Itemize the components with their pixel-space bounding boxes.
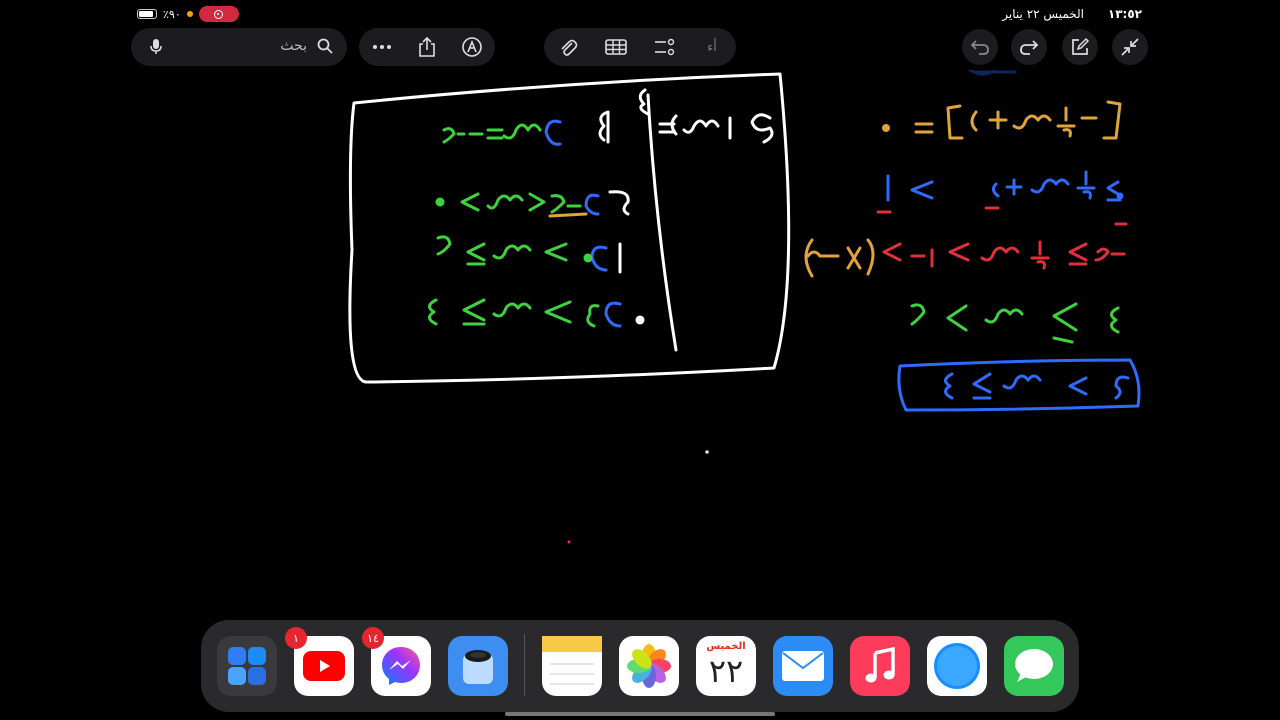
notes-app-icon[interactable] [542, 636, 602, 696]
search-icon [317, 38, 333, 58]
app-library-icon[interactable] [217, 636, 277, 696]
calendar-app-icon[interactable]: الخميس ٢٢ [696, 636, 756, 696]
more-icon[interactable] [368, 33, 396, 61]
box-header-ink [598, 88, 774, 144]
status-indicators: ٪٩٠ [137, 6, 239, 22]
collapse-button[interactable] [1112, 29, 1148, 65]
status-date: الخميس ٢٢ يناير [1002, 7, 1084, 21]
calendar-weekday: الخميس [706, 641, 746, 652]
box-line-4-ink [428, 298, 645, 328]
undo-button[interactable] [962, 29, 998, 65]
home-indicator[interactable] [505, 712, 775, 716]
dock-divider [524, 634, 525, 696]
messenger-app-icon[interactable]: ١٤ [362, 627, 431, 696]
microphone-icon[interactable] [149, 38, 163, 60]
calendar-date: ٢٢ [708, 652, 744, 690]
faded-ink [967, 70, 1017, 76]
compose-icon [1072, 37, 1090, 55]
undo-icon [970, 40, 989, 55]
drawing-canvas[interactable] [0, 70, 1280, 610]
box-line-3-ink [436, 235, 622, 274]
note-actions-group [359, 28, 495, 66]
photos-app-icon[interactable] [619, 636, 679, 696]
box-line-2-ink [435, 190, 630, 218]
right-work-ink [804, 100, 1141, 412]
battery-icon [137, 9, 157, 19]
dock: ١ ١٤ الخميس ٢٢ [201, 620, 1079, 712]
attachment-icon[interactable] [554, 33, 582, 61]
mail-app-icon[interactable] [773, 636, 833, 696]
solution-box [348, 72, 791, 384]
stray-dot-white [705, 450, 709, 454]
redo-icon [1020, 40, 1039, 55]
share-icon[interactable] [413, 33, 441, 61]
stray-dot-red [567, 540, 571, 544]
compose-button[interactable] [1062, 29, 1098, 65]
record-icon [214, 9, 224, 19]
youtube-notification-badge: ١ [285, 627, 307, 649]
search-placeholder: بحث [280, 38, 307, 54]
battery-percentage: ٪٩٠ [163, 7, 181, 21]
screen-recording-indicator[interactable] [198, 6, 239, 22]
messages-app-icon[interactable] [1004, 636, 1064, 696]
music-app-icon[interactable] [850, 636, 910, 696]
status-time: ١٣:٥٢ [1107, 7, 1142, 21]
messenger-notification-badge: ١٤ [362, 627, 384, 649]
markup-pen-icon[interactable] [458, 33, 486, 61]
box-line-1-ink [442, 119, 562, 146]
text-format-button[interactable]: أء [698, 33, 726, 61]
checklist-icon[interactable] [650, 33, 678, 61]
text-format-label: أء [707, 39, 717, 55]
insert-tools-group: أء [544, 28, 736, 66]
collapse-arrows-icon [1121, 38, 1139, 56]
dropzone-app-icon[interactable] [448, 636, 508, 696]
mic-in-use-indicator [186, 11, 193, 17]
safari-app-icon[interactable] [927, 636, 987, 696]
status-bar: ٪٩٠ الخميس ٢٢ يناير ١٣:٥٢ [0, 4, 1280, 24]
redo-button[interactable] [1011, 29, 1047, 65]
table-icon[interactable] [602, 33, 630, 61]
youtube-app-icon[interactable]: ١ [285, 627, 354, 696]
search-field[interactable]: بحث [131, 28, 347, 66]
